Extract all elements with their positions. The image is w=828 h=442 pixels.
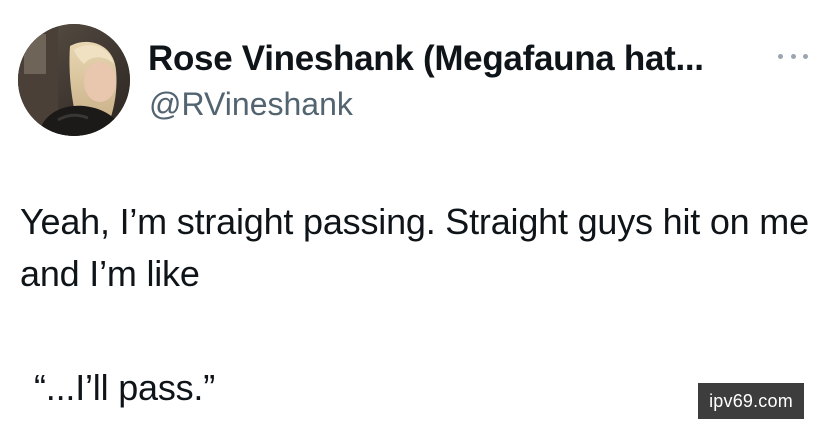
author-display-name[interactable]: Rose Vineshank (Megafauna hat... bbox=[148, 37, 704, 81]
more-options-button[interactable] bbox=[778, 44, 808, 68]
more-dots-icon bbox=[803, 53, 808, 59]
avatar[interactable] bbox=[18, 24, 130, 136]
watermark-badge: ipv69.com bbox=[698, 383, 804, 419]
tweet-text-quote: “...I’ll pass.” bbox=[34, 367, 216, 408]
tweet-text: Yeah, I’m straight passing. Straight guy… bbox=[20, 196, 810, 408]
more-dots-icon bbox=[778, 53, 783, 59]
tweet-card: Rose Vineshank (Megafauna hat... @RVines… bbox=[0, 0, 828, 442]
author-handle[interactable]: @RVineshank bbox=[149, 84, 353, 124]
more-dots-icon bbox=[790, 53, 796, 59]
profile-photo-icon bbox=[18, 24, 130, 136]
tweet-text-line: Yeah, I’m straight passing. Straight guy… bbox=[20, 201, 809, 294]
